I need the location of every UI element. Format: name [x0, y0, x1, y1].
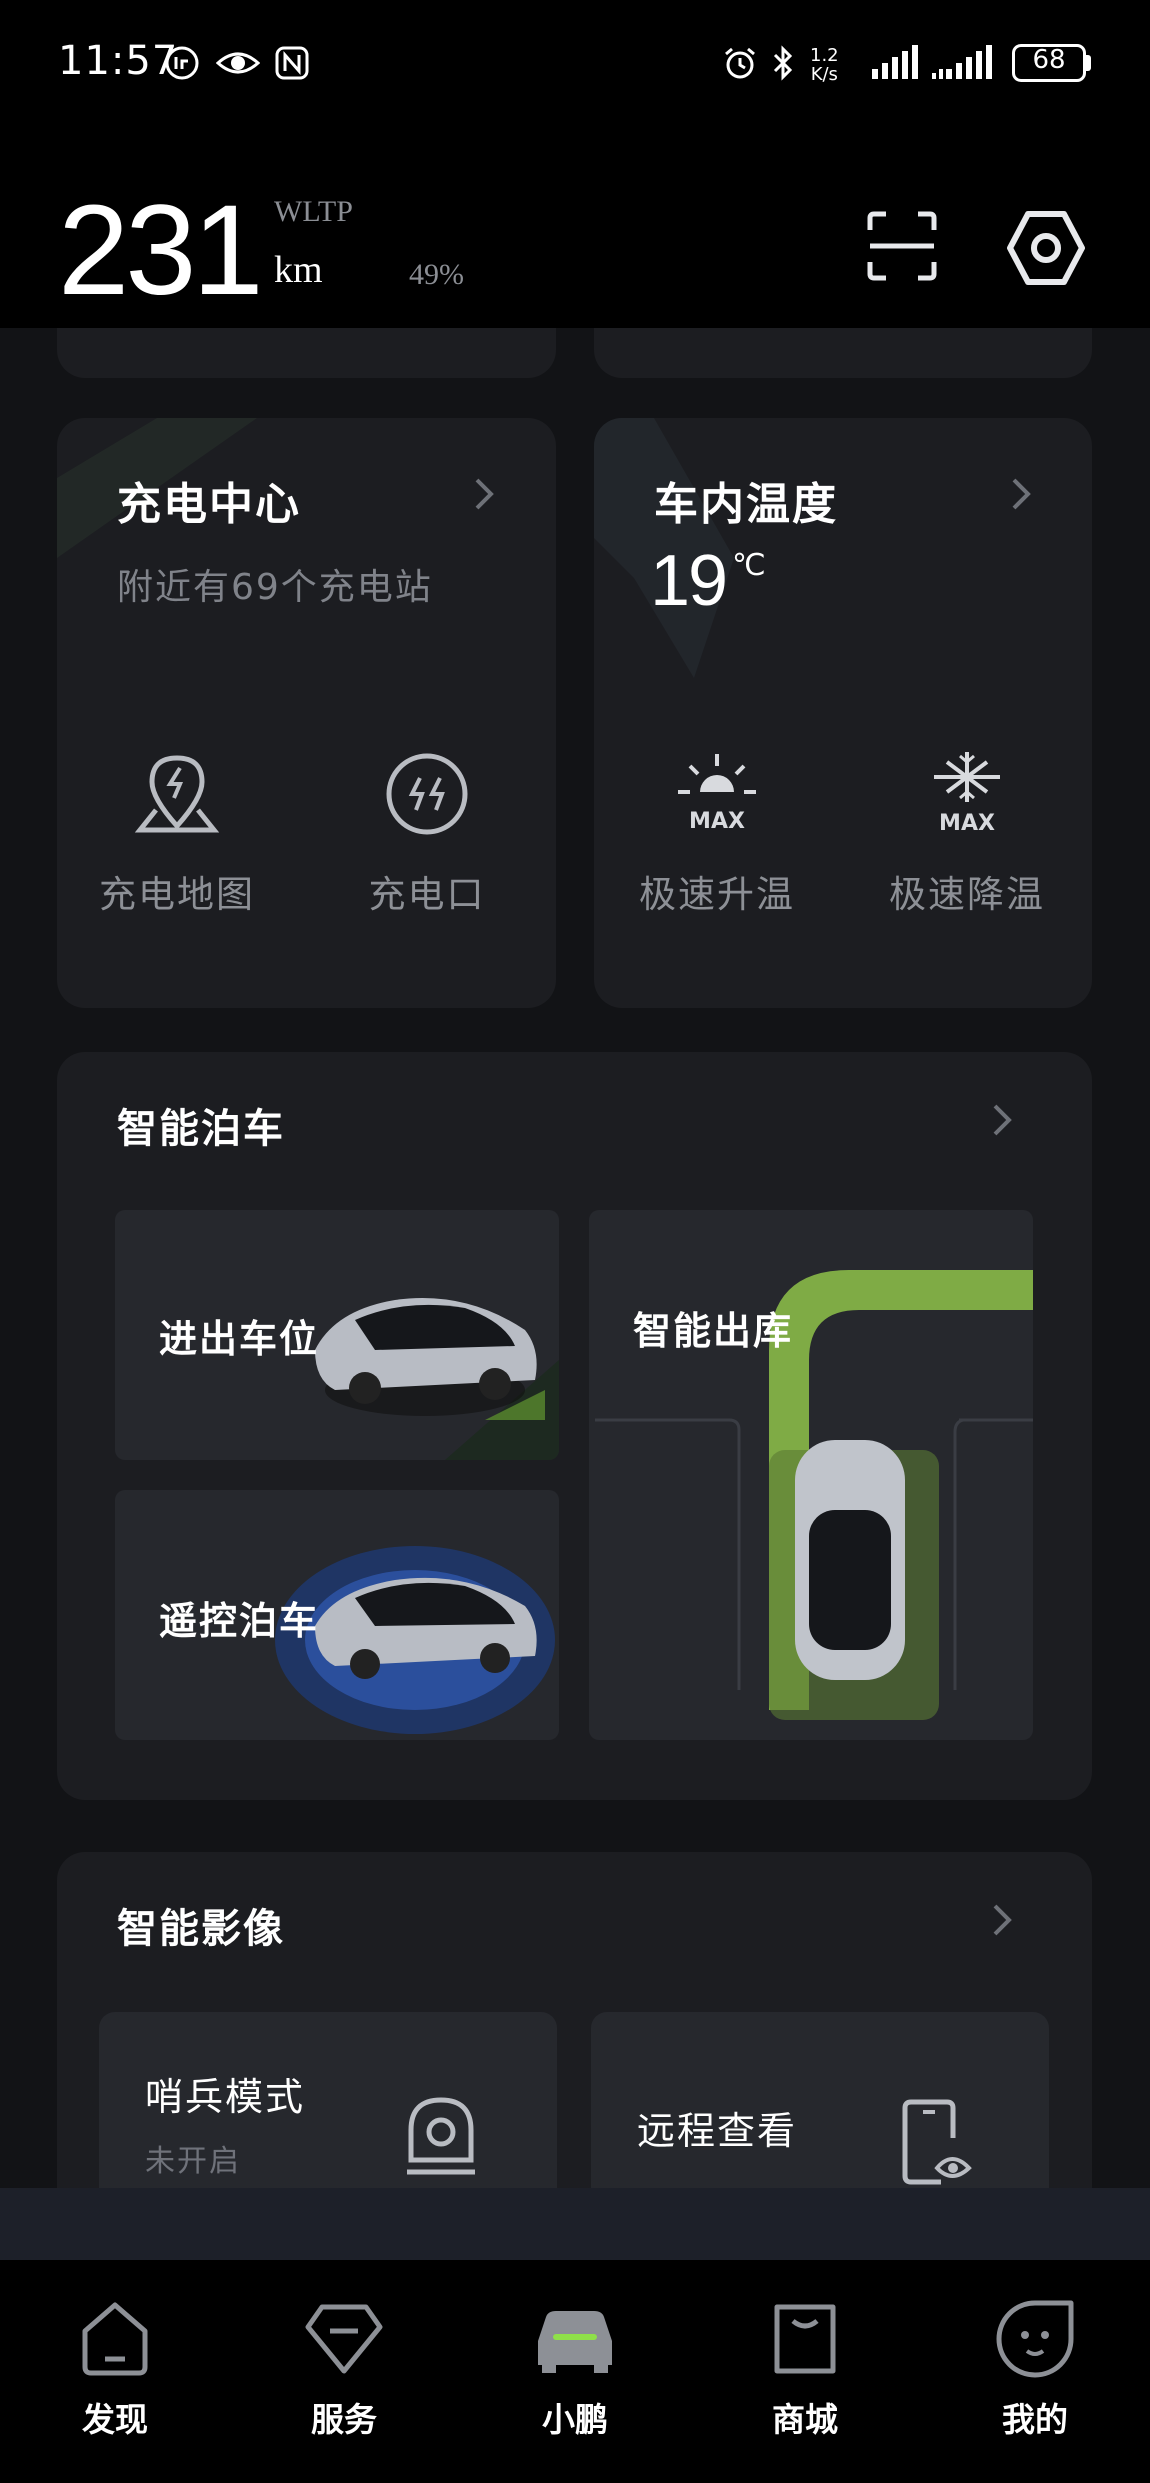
smart-imaging-card[interactable]: 智能影像 哨兵模式 未开启 远程查看	[57, 1852, 1092, 2188]
max-cool-icon: MAX	[934, 752, 1000, 836]
charging-title: 充电中心	[117, 479, 301, 530]
range-standard: WLTP	[274, 195, 353, 228]
sentry-camera-icon	[407, 2097, 475, 2175]
battery-percent: 49%	[409, 258, 464, 291]
battery-tip	[1086, 55, 1091, 71]
notification-icon	[165, 46, 199, 80]
status-time: 11:57	[58, 38, 179, 84]
nfc-icon	[275, 46, 309, 80]
partial-card-right[interactable]	[594, 328, 1092, 378]
car-image	[315, 1298, 559, 1460]
smart-parking-card[interactable]: 智能泊车 进出车位 遥控泊车 智能出库	[57, 1052, 1092, 1800]
scan-icon[interactable]	[866, 210, 938, 282]
max-badge: MAX	[689, 809, 745, 834]
car-icon	[538, 2311, 612, 2373]
imaging-title: 智能影像	[117, 1906, 285, 1952]
range-value: 231	[58, 179, 264, 322]
chevron-right-icon[interactable]	[987, 1900, 1017, 1940]
climate-title: 车内温度	[654, 479, 838, 530]
scroll-content[interactable]: 充电中心 附近有69个充电站 充电地图 充电口 车内温度 19 ℃ MAX 极速…	[0, 328, 1150, 2188]
signal-icon	[872, 45, 918, 79]
max-heat-icon: MAX	[678, 754, 756, 834]
park-in-out-tile[interactable]: 进出车位	[115, 1210, 559, 1460]
remote-view-icon	[902, 2099, 972, 2185]
profile-icon	[996, 2300, 1074, 2378]
battery-level: 68	[1032, 45, 1066, 75]
nav-item-mall[interactable]: 商城	[740, 2297, 870, 2441]
partial-card-left[interactable]	[57, 328, 556, 378]
max-badge: MAX	[939, 811, 995, 836]
nav-item-service[interactable]: 服务	[279, 2297, 409, 2441]
bluetooth-icon	[773, 45, 793, 81]
nav-separator	[0, 2188, 1150, 2260]
chevron-right-icon[interactable]	[1006, 474, 1036, 514]
sentry-mode-status: 未开启	[145, 2144, 241, 2179]
signal-2-icon	[932, 45, 992, 79]
nav-item-xpeng[interactable]: 小鹏	[510, 2297, 640, 2441]
sentry-mode-tile[interactable]: 哨兵模式 未开启	[99, 2012, 557, 2188]
climate-card[interactable]: 车内温度 19 ℃ MAX 极速升温 MAX 极速降温	[594, 418, 1092, 1008]
max-cool-button[interactable]: MAX 极速降温	[862, 748, 1072, 918]
charge-port-icon	[386, 753, 468, 835]
parking-title: 智能泊车	[117, 1106, 285, 1152]
range-unit: km	[274, 249, 323, 291]
nav-item-discover[interactable]: 发现	[50, 2297, 180, 2441]
max-heat-button[interactable]: MAX 极速升温	[612, 748, 822, 918]
nav-item-profile[interactable]: 我的	[970, 2297, 1100, 2441]
remote-view-tile[interactable]: 远程查看	[591, 2012, 1049, 2188]
chevron-right-icon[interactable]	[469, 474, 499, 514]
charge-port-button[interactable]: 充电口	[327, 748, 527, 918]
charging-center-card[interactable]: 充电中心 附近有69个充电站 充电地图 充电口	[57, 418, 556, 1008]
net-speed: 1.2 K/s	[810, 45, 839, 85]
smart-exit-tile[interactable]: 智能出库	[589, 1210, 1033, 1740]
exit-path-image	[595, 1270, 1033, 1720]
eye-icon	[216, 52, 260, 74]
discover-icon	[82, 2302, 148, 2376]
remote-view-label: 远程查看	[637, 2109, 798, 2153]
chevron-right-icon[interactable]	[987, 1100, 1017, 1140]
remote-parking-tile[interactable]: 遥控泊车	[115, 1490, 559, 1740]
temperature-unit: ℃	[732, 548, 766, 583]
mall-icon	[774, 2304, 836, 2374]
cabin-temperature: 19	[650, 541, 728, 621]
charging-map-button[interactable]: 充电地图	[77, 748, 277, 918]
charging-subtitle: 附近有69个充电站	[117, 567, 433, 608]
service-icon	[305, 2304, 383, 2374]
alarm-icon	[725, 47, 755, 79]
settings-icon[interactable]	[1006, 208, 1086, 288]
sentry-mode-label: 哨兵模式	[145, 2075, 306, 2119]
charging-map-icon	[134, 755, 220, 833]
